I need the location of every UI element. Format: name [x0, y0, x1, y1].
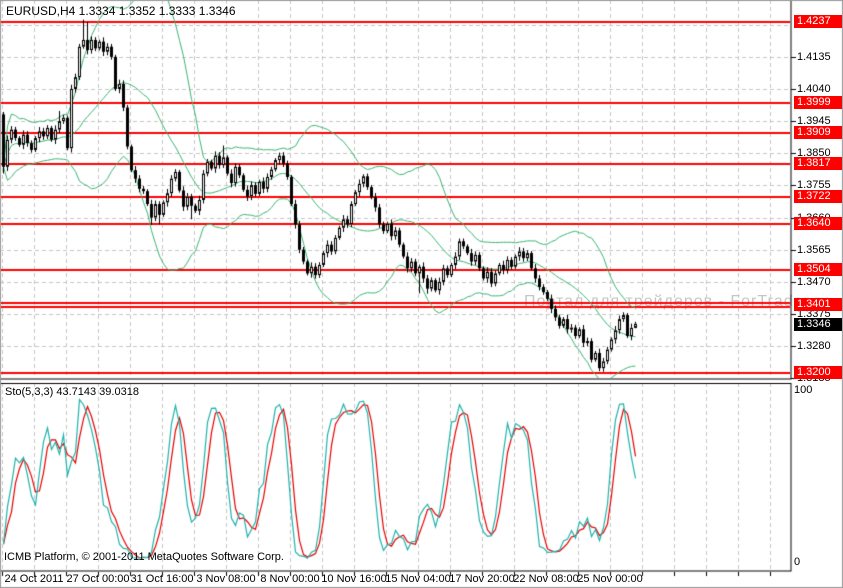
time-axis-label: 8 Nov 00:00: [260, 573, 320, 585]
price-axis-label: 1.4135: [797, 50, 831, 63]
price-axis-label: 1.3565: [797, 243, 831, 256]
time-axis-label: 25 Nov 00:00: [577, 573, 643, 585]
stochastic-axis-label: 100: [794, 384, 813, 396]
price-chart-canvas[interactable]: [0, 0, 843, 588]
chart-title: EURUSD,H4 1.3334 1.3352 1.3333 1.3346: [6, 4, 236, 18]
current-price-badge: 1.3346: [794, 317, 842, 331]
time-axis-label: 3 Nov 08:00: [196, 573, 256, 585]
price-axis-label: 1.4040: [797, 82, 831, 95]
time-axis-label: 22 Nov 08:00: [513, 573, 579, 585]
price-axis-red-badge: 1.3909: [794, 126, 842, 140]
price-axis-red-badge: 1.4237: [794, 15, 842, 29]
price-axis-label: 1.3280: [797, 340, 831, 353]
stochastic-label: Sto(5,3,3) 43.7143 39.0318: [5, 386, 139, 398]
price-axis-red-badge: 1.3401: [794, 298, 842, 312]
time-axis-label: 10 Nov 16:00: [321, 573, 387, 585]
copyright-text: ICMB Platform, © 2001-2011 MetaQuotes So…: [4, 551, 284, 563]
time-axis-label: 31 Oct 16:00: [130, 573, 194, 585]
time-axis-label: 15 Nov 04:00: [385, 573, 451, 585]
price-axis-red-badge: 1.3200: [794, 366, 842, 380]
price-axis-label: 1.3470: [797, 275, 831, 288]
stochastic-axis-label: 0: [794, 556, 801, 568]
time-axis-label: 24 Oct 2011: [4, 573, 64, 585]
chart-window: Портал для трейдеров - ForTrader.ru EURU…: [0, 0, 843, 588]
price-axis-red-badge: 1.3817: [794, 157, 842, 171]
price-axis-red-badge: 1.3504: [794, 263, 842, 277]
price-axis-red-badge: 1.3722: [794, 189, 842, 203]
price-axis-red-badge: 1.3640: [794, 217, 842, 231]
time-axis-label: 27 Oct 00:00: [66, 573, 130, 585]
price-axis-red-badge: 1.3999: [794, 95, 842, 109]
time-axis-label: 17 Nov 20:00: [449, 573, 515, 585]
